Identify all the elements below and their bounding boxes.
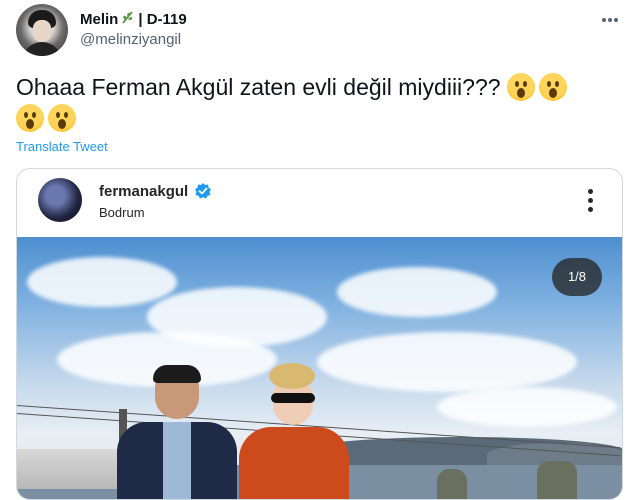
display-name-row[interactable]: Melin | D-119 bbox=[80, 9, 187, 29]
more-vertical-icon[interactable] bbox=[588, 189, 594, 216]
leaf-icon bbox=[120, 9, 136, 29]
embed-location[interactable]: Bodrum bbox=[99, 205, 145, 220]
display-name-suffix: | D-119 bbox=[138, 10, 187, 28]
embed-username[interactable]: fermanakgul bbox=[99, 183, 188, 200]
tweet-body: Ohaaa Ferman Akgül zaten evli değil miyd… bbox=[16, 74, 501, 100]
verified-badge-icon bbox=[194, 182, 212, 200]
astonished-face-emoji-icon bbox=[48, 104, 76, 132]
media-counter: 1/8 bbox=[552, 258, 602, 296]
astonished-face-emoji-icon bbox=[506, 73, 535, 101]
user-avatar[interactable] bbox=[16, 4, 68, 56]
astonished-face-emoji-icon bbox=[16, 104, 44, 132]
embed-avatar[interactable] bbox=[38, 178, 82, 222]
translate-tweet-link[interactable]: Translate Tweet bbox=[16, 139, 108, 154]
astonished-face-emoji-icon bbox=[538, 73, 567, 101]
embed-username-row[interactable]: fermanakgul bbox=[99, 182, 212, 200]
more-horizontal-icon[interactable] bbox=[601, 10, 619, 24]
avatar-face bbox=[33, 20, 51, 42]
embedded-post-card[interactable]: fermanakgul Bodrum 1/8 bbox=[16, 168, 623, 500]
user-handle[interactable]: @melinziyangil bbox=[80, 31, 181, 48]
avatar-body bbox=[22, 42, 62, 56]
person-man bbox=[117, 365, 237, 499]
tweet-text: Ohaaa Ferman Akgül zaten evli değil miyd… bbox=[16, 72, 616, 134]
post-photo[interactable]: 1/8 bbox=[17, 237, 622, 499]
display-name[interactable]: Melin bbox=[80, 11, 118, 28]
